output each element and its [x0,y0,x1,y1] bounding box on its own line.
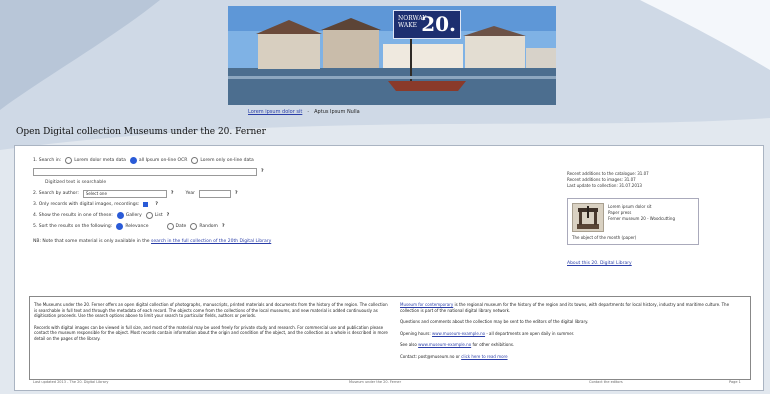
opening-label: Opening hours: [400,330,431,336]
search-in-label: 1. Search in: [33,158,62,163]
info-textbox: The Museums under the 20. Ferner offers … [29,296,751,380]
header-banner-image: NORWAY WAKE 20. [228,6,556,105]
anniversary-badge: NORWAY WAKE 20. [393,10,461,39]
search-in-row: 1. Search in: Lorem dolor meta data all … [33,155,271,166]
sort-help-icon[interactable]: ? [222,224,225,229]
info-right-paragraph-3: Opening hours: www.museum-example.no - a… [400,331,745,337]
footer-contact[interactable]: Contact the editors [589,380,623,384]
footnote-link[interactable]: search in the full collection of the 20t… [151,239,271,244]
radio-list-label: List [154,213,163,218]
see-also-label: See also [400,342,417,347]
search-form: 1. Search in: Lorem dolor meta data all … [33,155,271,247]
author-row: 2. Search by author: Select one ? Year ? [33,188,271,199]
radio-relevance[interactable] [116,223,124,230]
object-line-3: Ferner museum 20 - Woodcutting [608,216,675,221]
info-left-column: The Museums under the 20. Ferner offers … [34,302,389,347]
contact-link[interactable]: click here to read more [461,354,507,359]
radio-gallery[interactable] [116,212,124,219]
only-images-row: 3. Only records with digital images, rec… [33,199,271,210]
paper-press-image[interactable] [572,203,604,232]
radio-date-label: Date [175,224,187,229]
author-help-icon[interactable]: ? [171,191,174,196]
search-input[interactable] [33,167,257,176]
contact-label: Contact: post@museum.no or [400,353,460,359]
radio-online-data[interactable] [191,157,199,164]
radio-online-data-label: Lorem only on-line data [200,158,254,163]
author-select[interactable]: Select one [82,189,167,198]
update-line-3: Last update to collection: 31.07.2013 [567,183,642,188]
radio-list[interactable] [145,212,153,219]
radio-date[interactable] [166,223,174,230]
info-right-paragraph-1: Museum for contemporary is the regional … [400,302,745,313]
about-library-link[interactable]: About this 20. Digital Library [567,261,632,266]
info-right-paragraph-2: Questions and comments about the collect… [400,319,589,324]
see-also-text: for other exhibitions. [472,342,515,347]
opening-text: - all departments are open daily in summ… [486,330,575,336]
year-help-icon[interactable]: ? [235,191,238,196]
display-label: 4. Show the results in one of these: [33,213,113,218]
footer-page: Page 1 [729,380,741,384]
search-input-row: ? [33,166,271,177]
harbour-photo [228,6,556,105]
banner-links: Lorem ipsum dolor sit - Aptus Ipsum Nulla [248,109,360,115]
banner-link-1[interactable]: Lorem ipsum dolor sit [248,109,302,115]
info-right-paragraph-5: Contact: post@museum.no or click here to… [400,354,745,360]
year-input[interactable] [199,189,231,198]
footnote: NB: Note that some material is only avai… [33,236,271,247]
info-paragraph-1: The Museums under the 20. Ferner offers … [34,302,388,318]
radio-fulltext[interactable] [129,157,137,164]
info-right-column: Museum for contemporary is the regional … [400,302,745,365]
info-paragraph-2: Records with digital images can be viewe… [34,324,388,341]
footer-left: Last updated 2013 - The 20. Digital Libr… [33,380,109,384]
sort-label: 5. Sort the results on the following: [33,224,113,229]
display-help-icon[interactable]: ? [167,213,170,218]
radio-metadata-label: Lorem dolor meta data [74,158,126,163]
banner-link-2[interactable]: Aptus Ipsum Nulla [314,109,360,115]
only-images-checkbox[interactable] [143,202,149,207]
update-info: Recent additions to the catalogue: 31.07… [567,171,649,189]
display-row: 4. Show the results in one of these: Gal… [33,210,271,221]
only-images-label: 3. Only records with digital images, rec… [33,202,140,207]
radio-gallery-label: Gallery [125,213,142,218]
only-images-help-icon[interactable]: ? [155,202,158,207]
page-title: Open Digital collection Museums under th… [16,127,266,137]
radio-relevance-label: Relevance [125,224,149,229]
museum-link[interactable]: Museum for contemporary [400,302,453,307]
search-panel: 1. Search in: Lorem dolor meta data all … [14,145,764,391]
radio-random[interactable] [190,223,198,230]
footer-center: Museum under the 20. Ferner [349,380,402,384]
object-caption: The object of the month (paper) [572,235,637,240]
badge-number: 20. [421,12,456,36]
author-label: 2. Search by author: [33,191,79,196]
radio-metadata[interactable] [65,157,73,164]
sort-row: 5. Sort the results on the following: Re… [33,221,271,232]
footnote-text: NB: Note that some material is only avai… [33,239,150,244]
search-help-icon[interactable]: ? [261,169,264,174]
search-note: Digitized text is searchable [45,180,107,185]
year-label: Year [185,191,195,196]
radio-random-label: Random [199,224,218,229]
badge-small-text: NORWAY WAKE [398,15,427,29]
object-of-month-card[interactable]: Lorem ipsum dolor sit Paper press Ferner… [567,198,699,245]
opening-link[interactable]: www.museum-example.no [432,331,485,336]
see-also-link[interactable]: www.museum-example.no [418,342,471,347]
radio-fulltext-label: all Ipsum on-line OCR [138,158,188,163]
info-right-paragraph-4: See also www.museum-example.no for other… [400,342,745,348]
object-description: Lorem ipsum dolor sit Paper press Ferner… [608,204,675,222]
